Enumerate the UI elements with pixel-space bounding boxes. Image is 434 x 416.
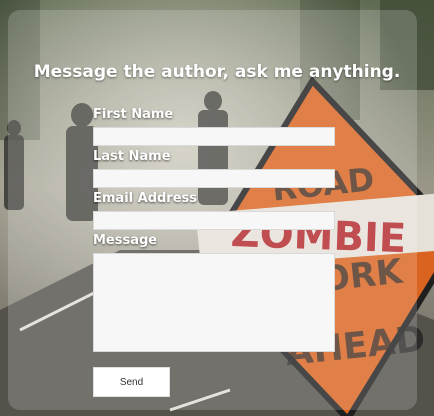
form-title: Message the author, ask me anything.: [33, 62, 401, 82]
send-button[interactable]: Send: [93, 367, 170, 397]
message-textarea[interactable]: [93, 253, 335, 352]
first-name-label: First Name: [93, 107, 174, 122]
email-label: Email Address: [93, 191, 198, 206]
email-input[interactable]: [93, 211, 335, 230]
last-name-label: Last Name: [93, 149, 171, 164]
first-name-input[interactable]: [93, 127, 335, 146]
last-name-input[interactable]: [93, 169, 335, 188]
message-label: Message: [93, 233, 158, 248]
